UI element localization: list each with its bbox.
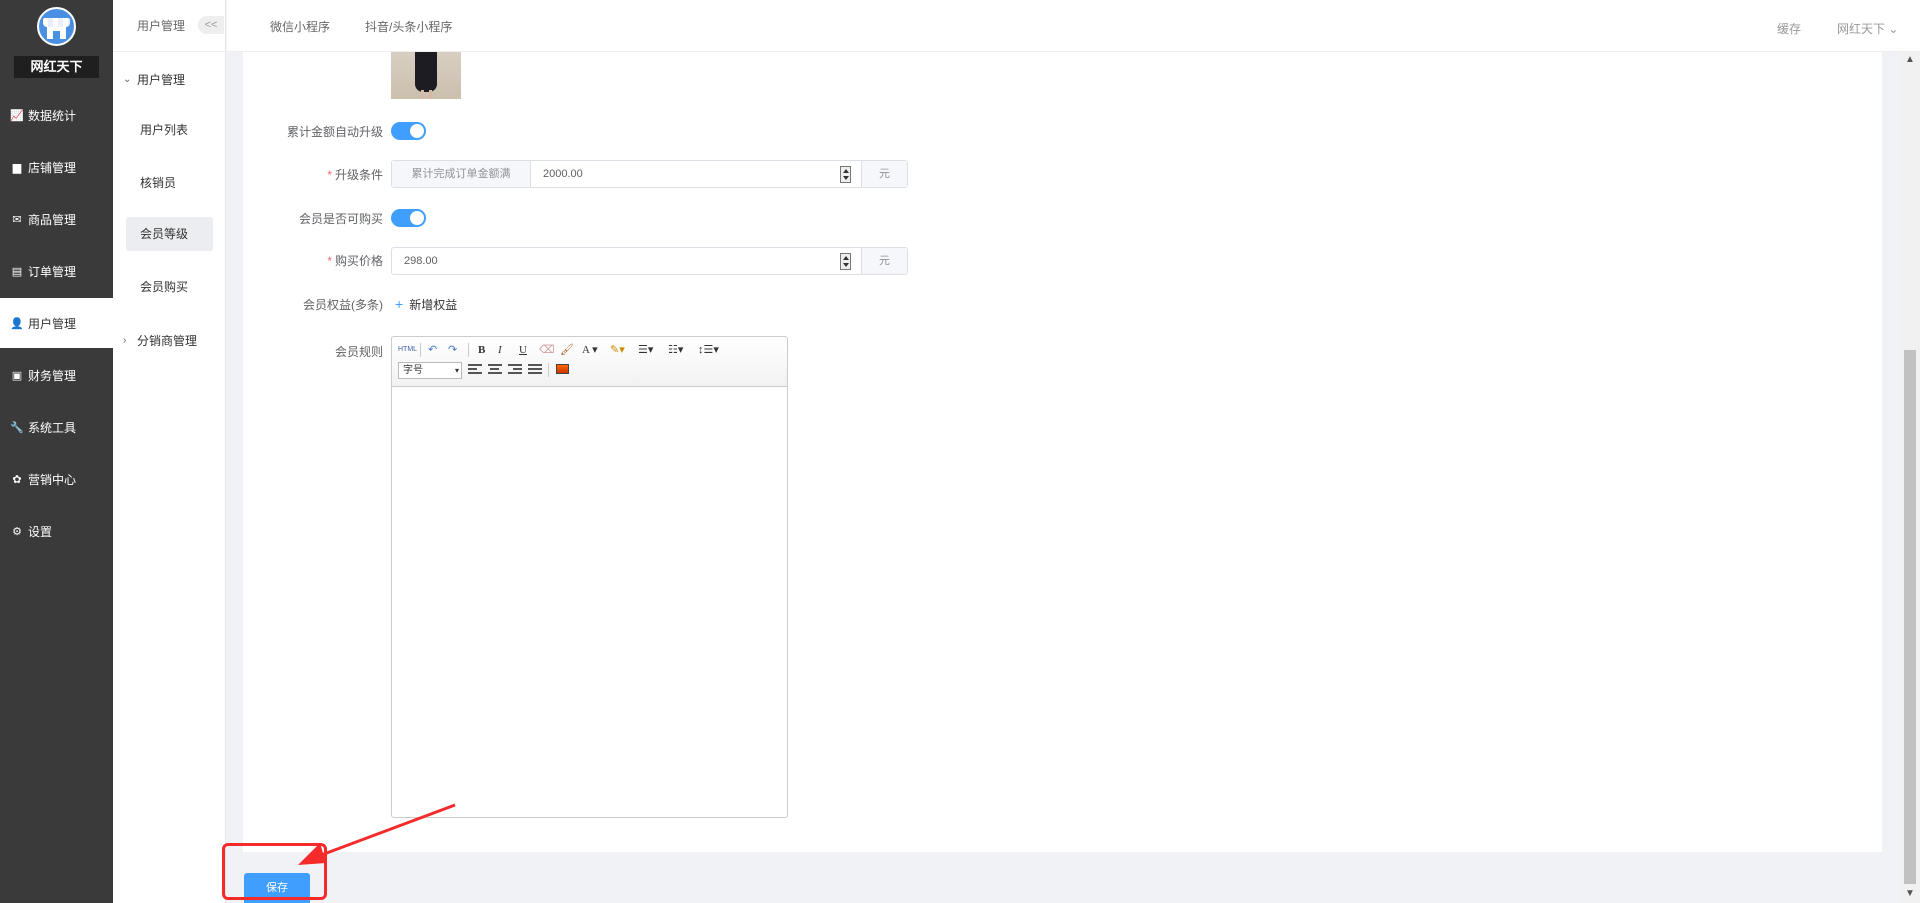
scrollbar-thumb[interactable] — [1904, 350, 1916, 884]
number-spinner[interactable] — [840, 253, 851, 270]
upgrade-condition-label: * 升级条件 — [327, 168, 383, 182]
cache-button[interactable]: 缓存 — [1777, 20, 1801, 37]
scroll-down-icon[interactable]: ▼ — [1905, 888, 1915, 899]
rich-text-editor: HTML ↶ ↷ B I U ⌫ 🖌 A ▾ ✎▾ ☰▾ ☷▾ ↕☰▾ 字号 — [391, 336, 788, 818]
shop-icon: ▆ — [12, 161, 22, 174]
number-spinner[interactable] — [840, 166, 851, 183]
top-bar: 微信小程序 抖音/头条小程序 缓存 网红天下 ⌄ — [227, 0, 1920, 52]
finance-icon: ▣ — [11, 369, 23, 382]
nav-item-shop[interactable]: ▆ 店铺管理 — [0, 142, 113, 192]
rights-label: 会员权益(多条) — [303, 298, 383, 312]
wrench-icon: 🔧 — [10, 421, 24, 434]
price-input-group: 298.00 元 — [391, 247, 908, 275]
sub-sidebar: 用户管理 << ⌄ 用户管理 用户列表 核销员 会员等级 会员购买 › 分销商管理 — [113, 0, 226, 903]
tab-wechat[interactable]: 微信小程序 — [270, 18, 330, 35]
nav-item-goods[interactable]: ✉ 商品管理 — [0, 194, 113, 244]
auto-upgrade-switch[interactable] — [391, 122, 426, 140]
shop-name: 网红天下 — [14, 56, 99, 78]
marketing-icon: ✿ — [12, 473, 22, 486]
auto-upgrade-label: 累计金额自动升级 — [286, 125, 383, 139]
align-center-icon[interactable] — [488, 364, 502, 376]
undo-icon[interactable]: ↶ — [428, 343, 437, 357]
sub-group-distributors[interactable]: › 分销商管理 — [123, 332, 197, 349]
tab-douyin[interactable]: 抖音/头条小程序 — [365, 18, 452, 35]
unit-suffix: 元 — [861, 248, 907, 274]
align-right-icon[interactable] — [508, 364, 522, 376]
ordered-list-icon[interactable]: ☰▾ — [638, 343, 653, 357]
main-sidebar: 网红天下 📈 数据统计 ▆ 店铺管理 ✉ 商品管理 ▤ 订单管理 👤 用户管理 ▣ 财务管理… — [0, 0, 113, 903]
scroll-up-icon[interactable]: ▲ — [1905, 54, 1915, 65]
format-brush-icon[interactable]: 🖌 — [560, 343, 574, 357]
user-icon: 👤 — [10, 317, 24, 330]
nav-item-tools[interactable]: 🔧 系统工具 — [0, 402, 113, 452]
font-size-select[interactable]: 字号 — [398, 362, 462, 379]
nav-item-marketing[interactable]: ✿ 营销中心 — [0, 454, 113, 504]
goods-icon: ✉ — [12, 213, 22, 226]
rules-label: 会员规则 — [334, 345, 383, 359]
bold-icon[interactable]: B — [478, 343, 485, 357]
unordered-list-icon[interactable]: ☷▾ — [668, 343, 683, 357]
html-source-icon[interactable]: HTML — [398, 343, 417, 357]
italic-icon[interactable]: I — [498, 343, 502, 357]
collapse-button[interactable]: << — [198, 16, 224, 34]
chevron-down-icon: ⌄ — [123, 74, 132, 85]
shop-logo — [37, 7, 76, 46]
sub-item-member-buy[interactable]: 会员购买 — [126, 270, 213, 304]
sub-group-users[interactable]: ⌄ 用户管理 — [123, 71, 185, 88]
nav-item-finance[interactable]: ▣ 财务管理 — [0, 350, 113, 400]
sub-item-verifier[interactable]: 核销员 — [126, 166, 213, 200]
nav-item-users[interactable]: 👤 用户管理 — [0, 298, 113, 348]
sub-item-user-list[interactable]: 用户列表 — [126, 113, 213, 147]
upgrade-condition-input-group: 累计完成订单金额满 2000.00 元 — [391, 160, 908, 188]
user-menu[interactable]: 网红天下 ⌄ — [1837, 20, 1898, 37]
insert-image-icon[interactable] — [556, 364, 569, 374]
order-icon: ▤ — [11, 265, 23, 278]
chevron-right-icon: › — [123, 335, 127, 346]
nav-item-orders[interactable]: ▤ 订单管理 — [0, 246, 113, 296]
level-image-thumbnail[interactable] — [391, 52, 461, 99]
gear-icon: ⚙ — [12, 525, 22, 538]
underline-icon[interactable]: U — [519, 343, 527, 357]
line-height-icon[interactable]: ↕☰▾ — [698, 343, 719, 357]
unit-suffix: 元 — [861, 161, 907, 187]
font-color-icon[interactable]: A ▾ — [582, 343, 598, 357]
add-rights-button[interactable]: + 新增权益 — [395, 296, 457, 313]
annotation-arrow — [298, 803, 456, 865]
sub-item-member-level[interactable]: 会员等级 — [126, 217, 213, 251]
eraser-icon[interactable]: ⌫ — [539, 343, 555, 357]
highlight-color-icon[interactable]: ✎▾ — [610, 343, 625, 357]
plus-icon: + — [395, 296, 404, 312]
chevron-down-icon: ⌄ — [1888, 22, 1899, 36]
chart-line-icon: 📈 — [10, 109, 24, 122]
nav-item-settings[interactable]: ⚙ 设置 — [0, 506, 113, 556]
justify-icon[interactable] — [528, 364, 542, 376]
can-buy-switch[interactable] — [391, 209, 426, 227]
upgrade-condition-input[interactable]: 2000.00 — [531, 161, 861, 187]
vertical-scrollbar[interactable]: ▲ ▼ — [1900, 52, 1920, 903]
price-label: * 购买价格 — [327, 254, 383, 268]
align-left-icon[interactable] — [468, 364, 482, 376]
nav-item-data-stats[interactable]: 📈 数据统计 — [0, 90, 113, 140]
upgrade-condition-prefix: 累计完成订单金额满 — [392, 161, 531, 187]
editor-toolbar: HTML ↶ ↷ B I U ⌫ 🖌 A ▾ ✎▾ ☰▾ ☷▾ ↕☰▾ 字号 — [392, 337, 787, 387]
redo-icon[interactable]: ↷ — [448, 343, 457, 357]
price-input[interactable]: 298.00 — [392, 248, 861, 274]
can-buy-label: 会员是否可购买 — [298, 212, 383, 226]
form-panel: 累计金额自动升级 * 升级条件 累计完成订单金额满 2000.00 元 会员是否可… — [243, 52, 1882, 852]
